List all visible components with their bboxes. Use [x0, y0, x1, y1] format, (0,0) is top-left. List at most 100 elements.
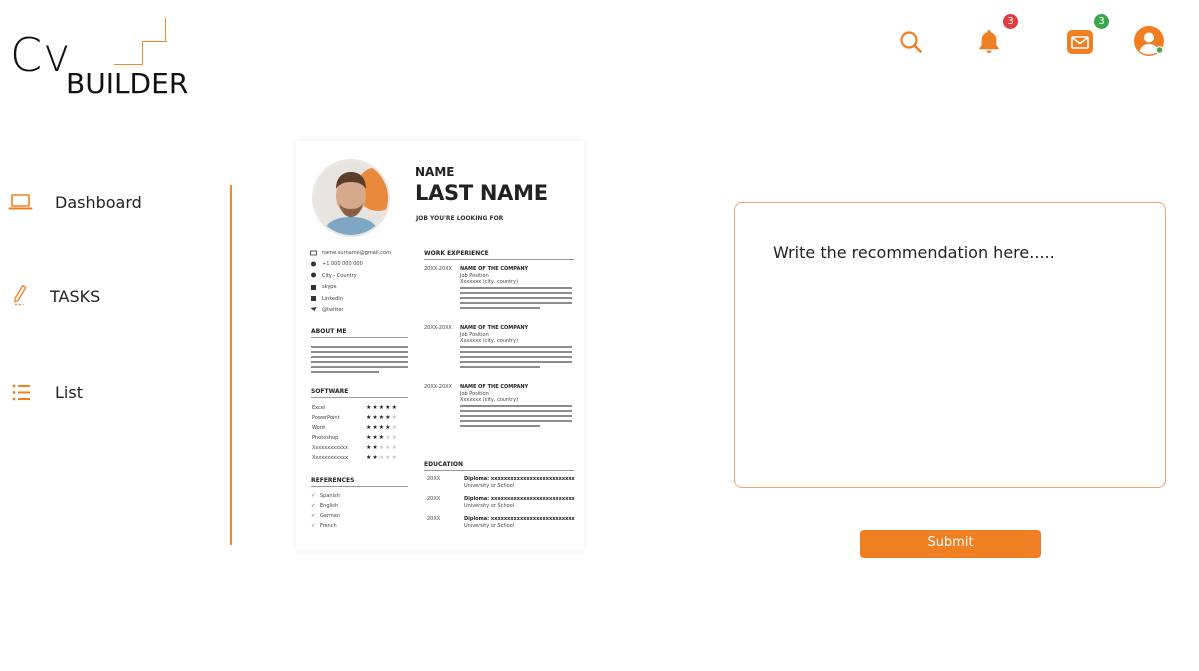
cv-work-text-line	[460, 287, 572, 289]
cv-work-date: 20XX-20XX	[424, 325, 452, 331]
messages-button[interactable]: 3	[1064, 14, 1109, 58]
cv-contact-twitter: @twitter	[322, 307, 344, 313]
cv-work-text-line	[460, 351, 572, 353]
cv-reference-check: ✓	[311, 523, 316, 529]
cv-contact-location: City - Country	[322, 273, 357, 279]
laptop-icon	[8, 194, 33, 210]
cv-work-text-line	[460, 361, 572, 363]
user-avatar-icon	[1134, 26, 1164, 56]
cv-software-rating: ★★★★★	[366, 404, 398, 411]
cv-work-text-line	[460, 297, 572, 299]
recommendation-textarea[interactable]: Write the recommendation here.....	[734, 202, 1166, 488]
cv-software-name: Xxxxxxxxxxxx	[312, 445, 348, 451]
cv-education-date: 20XX	[427, 476, 441, 482]
cv-work-text-line	[460, 425, 540, 427]
logo-accent-line	[143, 41, 167, 42]
list-icon	[12, 384, 30, 401]
cv-divider	[424, 470, 574, 471]
cv-text-line	[311, 366, 408, 368]
cv-education-degree: Diploma: xxxxxxxxxxxxxxxxxxxxxxxxxx	[464, 476, 575, 482]
cv-software-title: SOFTWARE	[311, 388, 349, 395]
cv-reference-check: ✓	[311, 513, 316, 519]
submit-button[interactable]: Submit	[860, 530, 1041, 558]
cv-contact-email: name.surname@gmail.com	[322, 250, 391, 256]
cv-education-degree: Diploma: xxxxxxxxxxxxxxxxxxxxxxxxxx	[464, 516, 575, 522]
cv-software-name: Excel	[312, 405, 326, 411]
cv-work-text-line	[460, 420, 572, 422]
cv-reference-check: ✓	[311, 503, 316, 509]
cv-work-place: Xxxxxxx (city, country)	[460, 397, 519, 403]
cv-software-name: Photoshop	[312, 435, 339, 441]
user-avatar-button[interactable]	[1133, 25, 1165, 57]
bell-icon	[979, 30, 999, 54]
cv-education-date: 20XX	[427, 516, 441, 522]
cv-text-line	[311, 346, 408, 348]
cv-software-rating: ★★★★★	[366, 414, 398, 421]
cv-software-name: PowerPoint	[312, 415, 340, 421]
cv-software-rating: ★★★★★	[366, 444, 398, 451]
logo-accent-line	[165, 18, 166, 42]
cv-first-name: NAME	[415, 165, 455, 179]
sidebar: Dashboard TASKS List	[0, 185, 232, 545]
cv-last-name: LAST NAME	[415, 181, 548, 205]
cv-education-title: EDUCATION	[424, 461, 463, 468]
logo-accent-line	[114, 64, 143, 65]
sidebar-item-list[interactable]: List	[8, 379, 83, 405]
cv-work-text-line	[460, 405, 572, 407]
cv-job-title: JOB YOU'RE LOOKING FOR	[416, 215, 504, 222]
cv-work-date: 20XX-20XX	[424, 384, 452, 390]
pencil-icon	[14, 284, 27, 306]
sidebar-item-tasks[interactable]: TASKS	[8, 283, 100, 309]
sidebar-item-dashboard[interactable]: Dashboard	[8, 189, 142, 215]
cv-software-name: Word	[312, 425, 325, 431]
cv-work-company: NAME OF THE COMPANY	[460, 266, 529, 272]
cv-work-title: WORK EXPERIENCE	[424, 250, 489, 257]
cv-references-title: REFERENCES	[311, 477, 355, 484]
cv-work-text-line	[460, 366, 540, 368]
cv-work-text-line	[460, 307, 540, 309]
cv-text-line	[311, 371, 379, 373]
logo-accent-line	[142, 41, 143, 65]
recommendation-placeholder: Write the recommendation here.....	[773, 243, 1055, 262]
cv-reference-item: French	[320, 523, 337, 529]
cv-preview: NAME LAST NAME JOB YOU'RE LOOKING FOR na…	[296, 141, 584, 551]
cv-work-company: NAME OF THE COMPANY	[460, 384, 529, 390]
cv-education-school: University or School	[464, 523, 515, 529]
mail-icon	[1067, 30, 1093, 54]
cv-work-place: Xxxxxxx (city, country)	[460, 338, 519, 344]
cv-reference-check: ✓	[311, 493, 316, 499]
cv-divider	[311, 337, 408, 338]
cv-text-line	[311, 361, 408, 363]
cv-reference-item: German	[320, 513, 341, 519]
cv-education-degree: Diploma: xxxxxxxxxxxxxxxxxxxxxxxxxx	[464, 496, 575, 502]
search-icon	[900, 31, 922, 53]
logo-text-builder: BUILDER	[66, 67, 189, 100]
notifications-button[interactable]: 3	[973, 14, 1018, 58]
cv-work-text-line	[460, 302, 572, 304]
cv-text-line	[311, 356, 408, 358]
cv-software-rating: ★★★★★	[366, 454, 398, 461]
cv-contact-phone: +1 000 000 000	[322, 261, 363, 267]
messages-count-badge: 3	[1094, 14, 1109, 29]
sidebar-item-label: TASKS	[50, 286, 101, 306]
app-logo[interactable]: Cv BUILDER	[10, 18, 190, 100]
cv-text-line	[311, 351, 408, 353]
cv-work-text-line	[460, 415, 572, 417]
cv-education-school: University or School	[464, 483, 515, 489]
cv-work-company: NAME OF THE COMPANY	[460, 325, 529, 331]
cv-contact-linkedin: LinkedIn	[322, 296, 343, 302]
cv-education-school: University or School	[464, 503, 515, 509]
cv-contact-icons	[310, 250, 317, 311]
cv-work-text-line	[460, 346, 572, 348]
cv-education-date: 20XX	[427, 496, 441, 502]
search-button[interactable]	[895, 26, 927, 58]
notifications-count-badge: 3	[1003, 14, 1018, 29]
cv-profile-photo	[312, 159, 390, 237]
cv-work-text-line	[460, 410, 572, 412]
cv-work-date: 20XX-20XX	[424, 266, 452, 272]
logo-text-cv: Cv	[10, 28, 72, 82]
cv-work-place: Xxxxxxx (city, country)	[460, 279, 519, 285]
cv-software-rating: ★★★★★	[366, 424, 398, 431]
cv-reference-item: Spanish	[320, 493, 340, 499]
cv-about-title: ABOUT ME	[311, 328, 347, 335]
